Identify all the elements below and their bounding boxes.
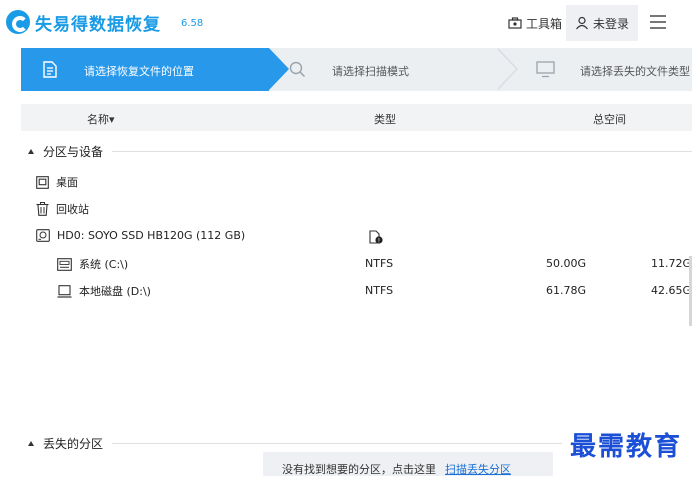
user-icon [576, 16, 588, 30]
section-partitions[interactable]: 分区与设备 [28, 143, 103, 160]
app-logo-icon [6, 10, 30, 34]
section-lost-partitions[interactable]: 丢失的分区 [28, 435, 103, 452]
hard-disk-icon [36, 229, 50, 242]
d-drive-type: NTFS [365, 284, 394, 297]
c-drive-total: 50.00G [546, 257, 587, 270]
c-drive-type: NTFS [365, 257, 394, 270]
menu-icon[interactable] [650, 15, 666, 29]
column-type[interactable]: 类型 [374, 111, 396, 127]
step-3-label[interactable]: 请选择丢失的文件类型 [580, 63, 690, 79]
toolbox-button[interactable]: 工具箱 [508, 13, 562, 33]
app-version: 6.58 [181, 18, 204, 29]
hint-text: 没有找到想要的分区，点击这里 [282, 463, 436, 476]
system-drive-icon [57, 257, 72, 271]
disk-info-icon[interactable]: ! [369, 230, 383, 244]
list-item-disk[interactable]: HD0: SOYO SSD HB120G (112 GB) [36, 229, 245, 242]
trash-icon [36, 202, 49, 216]
search-icon [289, 61, 306, 78]
list-item-recycle-bin[interactable]: 回收站 [36, 201, 89, 217]
toolbox-icon [508, 17, 522, 29]
step-1-label: 请选择恢复文件的位置 [84, 65, 194, 78]
app-name: 失易得数据恢复 [35, 15, 161, 35]
login-button[interactable]: 未登录 [566, 5, 638, 41]
monitor-icon [536, 61, 555, 78]
local-disk-icon [57, 284, 72, 298]
section-lost-label: 丢失的分区 [43, 437, 104, 451]
divider [112, 151, 692, 152]
sort-down-icon: ▾ [109, 113, 115, 126]
title-bar: 失易得数据恢复 6.58 工具箱 未登录 [0, 0, 692, 44]
login-label: 未登录 [593, 16, 630, 31]
column-total[interactable]: 总空间 [593, 111, 626, 127]
d-drive-total: 61.78G [546, 284, 587, 297]
section-partitions-label: 分区与设备 [43, 145, 104, 159]
watermark: 最需教育 [570, 432, 683, 462]
c-drive-free: 11.72G [651, 257, 692, 270]
svg-text:!: ! [378, 237, 380, 244]
step-2-label[interactable]: 请选择扫描模式 [332, 63, 409, 79]
list-item-c-drive[interactable]: 系统 (C:\) [57, 256, 128, 272]
document-icon [43, 61, 57, 78]
d-drive-free: 42.65G [651, 284, 692, 297]
wizard-steps: 请选择恢复文件的位置 请选择扫描模式 请选择丢失的文件类型 [21, 48, 692, 91]
list-item-d-drive[interactable]: 本地磁盘 (D:\) [57, 283, 151, 299]
scan-lost-partition-link[interactable]: 扫描丢失分区 [445, 461, 511, 477]
desktop-icon [36, 175, 49, 189]
divider [112, 443, 562, 444]
table-header: 名称▾ 类型 总空间 [21, 104, 692, 131]
step-1[interactable]: 请选择恢复文件的位置 [21, 48, 269, 91]
step-1-arrow [269, 48, 289, 90]
column-name[interactable]: 名称▾ [87, 111, 115, 127]
collapse-icon [28, 149, 34, 154]
toolbox-label: 工具箱 [526, 16, 563, 31]
lost-partition-hint: 没有找到想要的分区，点击这里 扫描丢失分区 [263, 452, 553, 476]
list-item-desktop[interactable]: 桌面 [36, 174, 78, 190]
collapse-icon [28, 441, 34, 446]
